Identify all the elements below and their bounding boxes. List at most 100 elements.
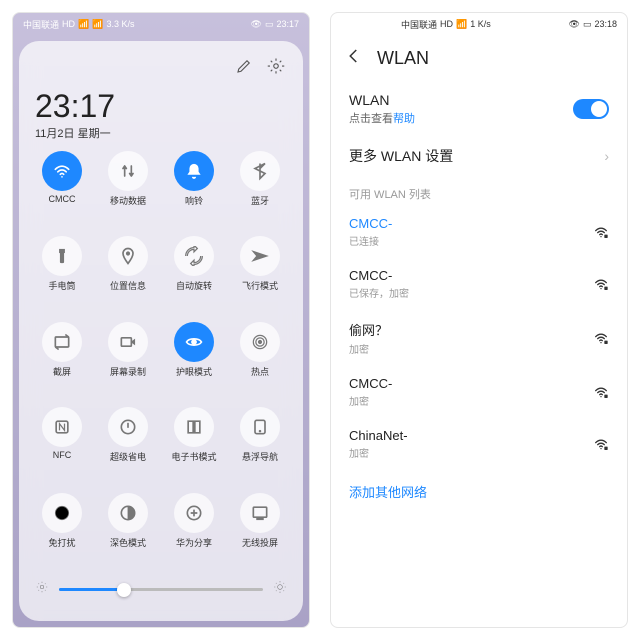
toggle-label: NFC [53,450,72,460]
rotate-icon[interactable] [174,236,214,276]
toggle-bt[interactable]: 蓝牙 [229,151,291,230]
battery-icon: ▭ [583,19,592,30]
network-item[interactable]: CMCC-已连接 [331,206,627,258]
plane-icon[interactable] [240,236,280,276]
network-status: 已连接 [349,233,392,248]
quick-settings-screen: 中国联通 HD 📶 📶 3.3 K/s 👁 ▭ 23:17 23:17 11月2… [12,12,310,628]
available-header: 可用 WLAN 列表 [331,176,627,206]
toggle-label: 护眼模式 [176,365,212,378]
toggle-label: 超级省电 [110,450,146,463]
toggle-eye[interactable]: 护眼模式 [163,322,225,401]
nfc-icon[interactable] [42,407,82,447]
toggle-pwr[interactable]: 超级省电 [97,407,159,486]
page-title: WLAN [377,48,429,69]
toggle-share[interactable]: 华为分享 [163,493,225,572]
status-bar: 中国联通 HD 📶 1 K/s 👁 ▭ 23:18 [331,13,627,35]
toggle-plane[interactable]: 飞行模式 [229,236,291,315]
signal-icon: 📶 [456,19,467,30]
toggle-label: 截屏 [53,365,71,378]
slider-thumb[interactable] [117,583,131,597]
wifi-icon[interactable] [42,151,82,191]
toggle-float[interactable]: 悬浮导航 [229,407,291,486]
settings-icon[interactable] [267,57,285,80]
clock-large: 23:17 [35,88,287,125]
network-item[interactable]: CMCC- 已保存，加密 [331,258,627,310]
toggle-label: 免打扰 [48,536,75,549]
hotspot-icon[interactable] [240,322,280,362]
bell-icon[interactable] [174,151,214,191]
edit-icon[interactable] [235,57,253,80]
toggle-nfc[interactable]: NFC [31,407,93,486]
network-name: 偷网？ [349,320,388,339]
toggle-label: 电子书模式 [171,450,216,463]
shot-icon[interactable] [42,322,82,362]
toggle-bell[interactable]: 响铃 [163,151,225,230]
brightness-row [31,572,291,607]
network-status: 加密 [349,341,388,356]
dnd-icon[interactable] [42,493,82,533]
toggle-loc[interactable]: 位置信息 [97,236,159,315]
network-item[interactable]: ChinaNet-加密 [331,418,627,470]
speed-label: 1 K/s [470,19,491,29]
toggle-data[interactable]: 移动数据 [97,151,159,230]
toggle-label: 无线投屏 [242,536,278,549]
net-badge: HD [440,19,453,29]
data-icon[interactable] [108,151,148,191]
brightness-slider[interactable] [59,588,263,591]
wlan-toggle-row[interactable]: WLAN 点击查看帮助 [331,82,627,136]
brightness-high-icon [273,580,287,599]
share-icon[interactable] [174,493,214,533]
add-network[interactable]: 添加其他网络 [331,470,627,513]
toggle-shot[interactable]: 截屏 [31,322,93,401]
rec-icon[interactable] [108,322,148,362]
network-name: CMCC- [349,268,409,283]
toggle-label: 位置信息 [110,279,146,292]
brightness-low-icon [35,580,49,599]
toggle-grid: CMCC移动数据响铃蓝牙手电筒 位置信息 自动旋转飞行模式截屏 屏幕录制护眼模式 热点 N… [31,151,291,572]
book-icon[interactable] [174,407,214,447]
network-item[interactable]: CMCC-加密 [331,366,627,418]
toggle-label: 华为分享 [176,536,212,549]
toggle-dnd[interactable]: 免打扰 [31,493,93,572]
toggle-hotspot[interactable]: 热点 [229,322,291,401]
carrier-label: 中国联通 [23,18,59,31]
chevron-right-icon: › [604,148,609,164]
battery-icon: ▭ [265,19,274,30]
pwr-icon[interactable] [108,407,148,447]
toggle-wifi[interactable]: CMCC [31,151,93,230]
eye-icon[interactable] [174,322,214,362]
help-text: 点击查看帮助 [349,110,415,126]
torch-icon[interactable] [42,236,82,276]
toggle-cast[interactable]: 无线投屏 [229,493,291,572]
toggle-torch[interactable]: 手电筒 [31,236,93,315]
toggle-rotate[interactable]: 自动旋转 [163,236,225,315]
loc-icon[interactable] [108,236,148,276]
wlan-switch[interactable] [573,99,609,119]
wifi-icon: 📶 [92,19,103,30]
wifi-signal-icon [593,330,609,346]
net-badge: HD [62,19,75,29]
toggle-rec[interactable]: 屏幕录制 [97,322,159,401]
wifi-signal-icon [593,276,609,292]
carrier-label: 中国联通 [401,18,437,31]
status-bar: 中国联通 HD 📶 📶 3.3 K/s 👁 ▭ 23:17 [13,13,309,35]
network-status: 已保存，加密 [349,285,409,300]
clock-small: 23:18 [594,19,617,29]
bt-icon[interactable] [240,151,280,191]
quick-settings-panel: 23:17 11月2日 星期一 CMCC移动数据响铃蓝牙手电筒位置信息自动旋转飞… [19,41,303,621]
toggle-dark[interactable]: 深色模式 [97,493,159,572]
signal-icon: 📶 [78,19,89,30]
network-item[interactable]: 偷网？ 加密 [331,310,627,366]
help-link[interactable]: 帮助 [393,113,415,125]
clock-small: 23:17 [276,19,299,29]
float-icon[interactable] [240,407,280,447]
back-icon[interactable] [345,47,363,70]
network-status: 加密 [349,445,408,460]
dark-icon[interactable] [108,493,148,533]
network-status: 加密 [349,393,392,408]
toggle-book[interactable]: 电子书模式 [163,407,225,486]
cast-icon[interactable] [240,493,280,533]
toggle-label: 手电筒 [48,279,75,292]
header: WLAN [331,35,627,82]
more-wlan-settings[interactable]: 更多 WLAN 设置 › [331,136,627,176]
